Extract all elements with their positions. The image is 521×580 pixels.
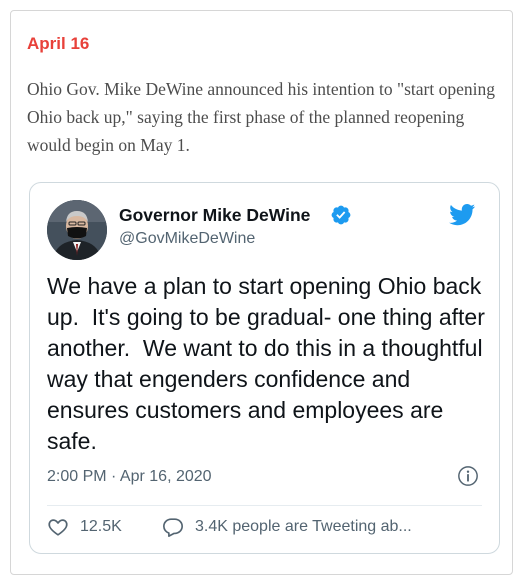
info-icon[interactable]: [457, 465, 479, 487]
like-button[interactable]: 12.5K: [47, 516, 122, 538]
avatar[interactable]: [47, 200, 107, 260]
speech-bubble-icon: [163, 518, 183, 537]
heart-icon: [48, 519, 68, 536]
embedded-tweet[interactable]: Governor Mike DeWine @GovMikeDeWine We h…: [29, 182, 500, 554]
tweet-text: We have a plan to start opening Ohio bac…: [47, 273, 492, 454]
reply-label: 3.4K people are Tweeting ab...: [195, 518, 412, 535]
tweet-divider: [47, 505, 482, 506]
reply-conversation-link[interactable]: 3.4K people are Tweeting ab...: [162, 516, 412, 538]
tweet-author-name[interactable]: Governor Mike DeWine: [119, 205, 310, 226]
tweet-author-handle[interactable]: @GovMikeDeWine: [119, 230, 255, 248]
twitter-bird-icon[interactable]: [446, 201, 478, 228]
entry-date: April 16: [27, 34, 90, 53]
entry-summary: Ohio Gov. Mike DeWine announced his inte…: [27, 79, 495, 155]
tweet-timestamp[interactable]: 2:00 PM · Apr 16, 2020: [47, 468, 212, 486]
like-count: 12.5K: [80, 518, 122, 535]
verified-badge-icon: [331, 205, 351, 225]
timeline-entry-card: April 16 Ohio Gov. Mike DeWine announced…: [10, 10, 513, 575]
